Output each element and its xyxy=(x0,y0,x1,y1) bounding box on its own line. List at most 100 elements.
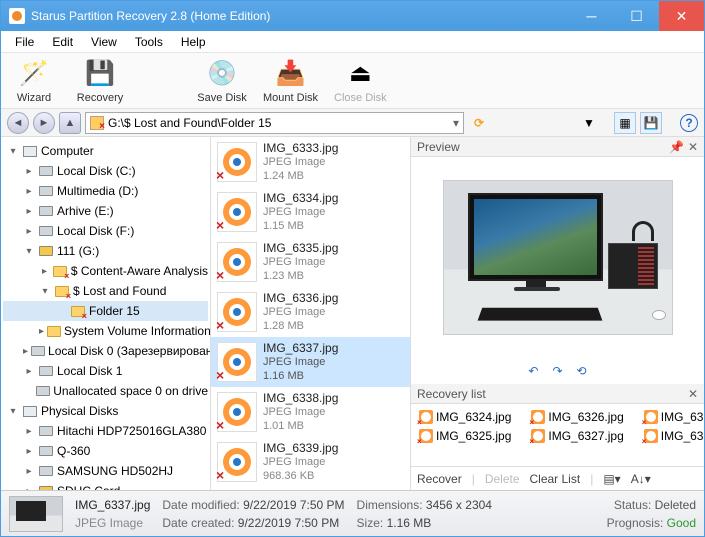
tree-item[interactable]: Unallocated space 0 on drive xyxy=(3,381,208,401)
wizard-button[interactable]: 🪄Wizard xyxy=(9,58,59,104)
file-list[interactable]: ×IMG_6333.jpgJPEG Image1.24 MB×IMG_6334.… xyxy=(211,137,411,490)
tree-item[interactable]: ▸ SAMSUNG HD502HJ xyxy=(3,461,208,481)
address-input[interactable] xyxy=(108,116,449,130)
recovery-item[interactable]: IMG_6326.jpg xyxy=(531,408,623,425)
file-thumbnail: × xyxy=(217,342,257,382)
recovery-item[interactable]: IMG_6327.jpg xyxy=(531,427,623,444)
file-item[interactable]: ×IMG_6333.jpgJPEG Image1.24 MB xyxy=(211,137,410,187)
file-size: 1.16 MB xyxy=(263,369,338,383)
status-bar: IMG_6337.jpg JPEG Image Date modified: 9… xyxy=(1,490,704,536)
save-disk-button[interactable]: 💿Save Disk xyxy=(197,58,247,104)
file-thumbnail: × xyxy=(217,142,257,182)
titlebar[interactable]: Starus Partition Recovery 2.8 (Home Edit… xyxy=(1,1,704,31)
expand-icon[interactable]: ▸ xyxy=(23,206,35,217)
tree-item[interactable]: ▸$ Content-Aware Analysis xyxy=(3,261,208,281)
address-bar[interactable]: ▾ xyxy=(85,112,464,134)
expand-icon[interactable]: ▸ xyxy=(23,226,35,237)
menu-help[interactable]: Help xyxy=(173,33,214,51)
refresh-button[interactable]: ⟳ xyxy=(468,112,490,134)
tree-item[interactable]: ▸SDHC Card xyxy=(3,481,208,490)
expand-icon[interactable]: ▾ xyxy=(7,146,19,157)
file-item[interactable]: ×IMG_6338.jpgJPEG Image1.01 MB xyxy=(211,387,410,437)
recovery-list-close-icon[interactable]: ✕ xyxy=(688,387,698,401)
recovery-list-body[interactable]: IMG_6324.jpg IMG_6325.jpg IMG_6326.jpg IMG_… xyxy=(411,404,704,466)
chevron-down-icon[interactable]: ▾ xyxy=(453,116,459,130)
menu-view[interactable]: View xyxy=(83,33,125,51)
file-item[interactable]: ×IMG_6336.jpgJPEG Image1.28 MB xyxy=(211,287,410,337)
save-button[interactable]: 💾 xyxy=(640,112,662,134)
preview-close-icon[interactable]: ✕ xyxy=(688,140,698,154)
nav-up-button[interactable]: ▲ xyxy=(59,112,81,134)
expand-icon[interactable]: ▾ xyxy=(39,286,51,297)
expand-icon[interactable]: ▸ xyxy=(23,366,35,377)
tree-item[interactable]: ▾Physical Disks xyxy=(3,401,208,421)
mount-disk-button[interactable]: 📥Mount Disk xyxy=(263,58,318,104)
file-icon xyxy=(644,429,658,443)
preview-pin-icon[interactable]: 📌 xyxy=(669,140,684,154)
expand-icon[interactable]: ▸ xyxy=(39,326,44,337)
expand-icon[interactable]: ▾ xyxy=(23,246,35,257)
recovery-item-name: IMG_6328.jpg xyxy=(661,410,704,424)
tree-item[interactable]: ▸Multimedia (D:) xyxy=(3,181,208,201)
recovery-button[interactable]: 💾Recovery xyxy=(75,58,125,104)
help-button[interactable]: ? xyxy=(680,114,698,132)
tree-item[interactable]: ▸Hitachi HDP725016GLA380 xyxy=(3,421,208,441)
tree-item[interactable]: ▸Local Disk (C:) xyxy=(3,161,208,181)
preview-header: Preview 📌 ✕ xyxy=(411,137,704,157)
sd-icon xyxy=(38,483,54,490)
maximize-button[interactable]: ☐ xyxy=(614,1,659,31)
refresh-icon[interactable]: ⟲ xyxy=(577,364,587,378)
tree-label: SAMSUNG HD502HJ xyxy=(57,464,173,478)
expand-icon[interactable]: ▾ xyxy=(7,406,19,417)
tree-item[interactable]: ▾Computer xyxy=(3,141,208,161)
file-item[interactable]: ×IMG_6335.jpgJPEG Image1.23 MB xyxy=(211,237,410,287)
tree-item[interactable]: ▸Local Disk (F:) xyxy=(3,221,208,241)
close-button[interactable]: ✕ xyxy=(659,1,704,31)
expand-icon[interactable]: ▸ xyxy=(23,166,35,177)
view-details-button[interactable]: ▦ xyxy=(614,112,636,134)
file-type: JPEG Image xyxy=(263,205,338,219)
folder-tree[interactable]: ▾Computer▸Local Disk (C:)▸Multimedia (D:… xyxy=(1,137,211,490)
menu-tools[interactable]: Tools xyxy=(127,33,171,51)
tree-item[interactable]: ▸Arhive (E:) xyxy=(3,201,208,221)
expand-icon[interactable]: ▸ xyxy=(23,446,35,457)
menu-file[interactable]: File xyxy=(7,33,42,51)
save-disk-button-icon: 💿 xyxy=(206,58,238,90)
menu-edit[interactable]: Edit xyxy=(44,33,81,51)
file-item[interactable]: ×IMG_6337.jpgJPEG Image1.16 MB xyxy=(211,337,410,387)
rotate-right-icon[interactable]: ↷ xyxy=(552,364,562,378)
tree-item[interactable]: ▸ System Volume Information xyxy=(3,321,208,341)
expand-icon[interactable]: ▸ xyxy=(23,346,28,357)
recover-button[interactable]: Recover xyxy=(417,472,462,486)
tree-item[interactable]: ▸Local Disk 0 (Зарезервировано) xyxy=(3,341,208,361)
tree-item[interactable]: ▸Local Disk 1 xyxy=(3,361,208,381)
rotate-left-icon[interactable]: ↶ xyxy=(528,364,538,378)
recovery-sort-icon[interactable]: A↓▾ xyxy=(631,472,651,486)
filter-button[interactable]: ▼ xyxy=(578,112,600,134)
expand-icon[interactable]: ▸ xyxy=(39,266,50,277)
expand-icon[interactable]: ▸ xyxy=(23,186,35,197)
file-name: IMG_6339.jpg xyxy=(263,441,338,455)
expand-icon[interactable]: ▸ xyxy=(23,466,35,477)
file-icon xyxy=(531,429,545,443)
tree-item[interactable]: Folder 15 xyxy=(3,301,208,321)
file-item[interactable]: ×IMG_6334.jpgJPEG Image1.15 MB xyxy=(211,187,410,237)
recovery-item[interactable]: IMG_6325.jpg xyxy=(419,427,511,444)
tree-item[interactable]: ▾111 (G:) xyxy=(3,241,208,261)
recovery-item[interactable]: IMG_6324.jpg xyxy=(419,408,511,425)
expand-icon[interactable]: ▸ xyxy=(23,426,35,437)
nav-back-button[interactable]: ◄ xyxy=(7,112,29,134)
file-type: JPEG Image xyxy=(263,305,338,319)
minimize-button[interactable]: ─ xyxy=(569,1,614,31)
nav-forward-button[interactable]: ► xyxy=(33,112,55,134)
sd-icon xyxy=(38,243,54,259)
clear-list-button[interactable]: Clear List xyxy=(530,472,581,486)
recovery-item-name: IMG_6329.jpg xyxy=(661,429,704,443)
file-item[interactable]: ×IMG_6339.jpgJPEG Image968.36 KB xyxy=(211,437,410,487)
recovery-view-icon[interactable]: ▤▾ xyxy=(603,472,620,486)
recovery-item[interactable]: IMG_6328.jpg xyxy=(644,408,704,425)
tree-item[interactable]: ▸Q-360 xyxy=(3,441,208,461)
recovery-item[interactable]: IMG_6329.jpg xyxy=(644,427,704,444)
tree-label: System Volume Information xyxy=(64,324,211,338)
tree-item[interactable]: ▾$ Lost and Found xyxy=(3,281,208,301)
